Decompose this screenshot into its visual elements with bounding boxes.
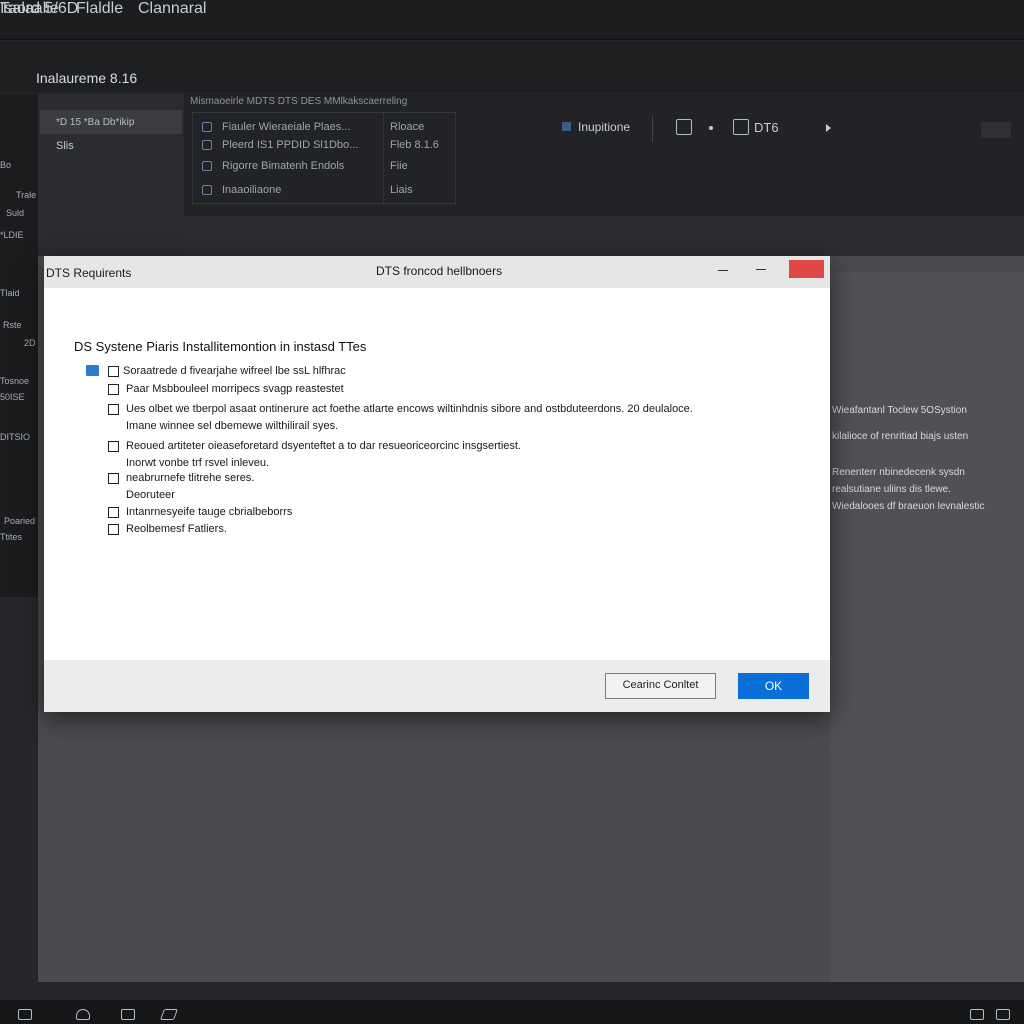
requirement-checkbox[interactable] xyxy=(108,507,119,518)
left-rail-label[interactable]: 2D xyxy=(24,338,36,348)
left-rail-label[interactable]: DITSIO xyxy=(0,432,30,442)
info-row-value: Fiie xyxy=(390,160,408,172)
left-rail-label[interactable]: Tosnoe xyxy=(0,376,29,386)
window-icon[interactable] xyxy=(121,1009,135,1020)
toolbar-divider xyxy=(652,116,653,142)
left-rail-label[interactable]: Bo xyxy=(0,160,11,170)
sidebar-sub-label[interactable]: Slis xyxy=(56,140,74,152)
left-rail-label[interactable]: 50ISE xyxy=(0,392,25,402)
requirement-checkbox[interactable] xyxy=(108,473,119,484)
row-icon xyxy=(202,140,212,150)
status-label[interactable]: Inupitione xyxy=(578,120,630,134)
menu-item-2[interactable]: Flaldle xyxy=(76,0,123,18)
left-rail-label[interactable]: Rste xyxy=(3,320,22,330)
menu-item-3[interactable]: Clannaral xyxy=(138,0,206,18)
requirement-label: Soraatrede d fivearjahe wifreel lbe ssL … xyxy=(123,365,346,377)
info-row-name[interactable]: Pleerd IS1 PPDID Sl1Dbo... xyxy=(222,139,358,151)
left-rail-label[interactable]: Trale xyxy=(16,190,36,200)
start-icon[interactable] xyxy=(18,1009,32,1020)
requirement-checkbox[interactable] xyxy=(108,384,119,395)
requirement-label-detail: Inorwt vonbe trf rsvel inleveu. xyxy=(126,457,270,469)
requirement-label: Reoued artiteter oieaseforetard dsyentef… xyxy=(126,440,521,452)
requirement-label: neabrurnefe tlitrehe seres. xyxy=(126,472,255,484)
detail-text-line: realsutiane uliins dis tlewe. xyxy=(832,484,951,495)
row-icon xyxy=(202,122,212,132)
left-rail-label[interactable]: Ttites xyxy=(0,532,22,542)
info-row-value: Rloace xyxy=(390,121,425,133)
taskbar xyxy=(0,1000,1024,1024)
tray-desktop-icon[interactable] xyxy=(996,1009,1010,1020)
content-toolbar xyxy=(184,216,1024,256)
requirement-checkbox[interactable] xyxy=(108,366,119,377)
detail-text-line: Renenterr nbinedecenk sysdn xyxy=(832,467,965,478)
left-rail-label[interactable]: Tlaid xyxy=(0,288,20,298)
dialog-title: DTS Requirents xyxy=(46,266,132,280)
dialog-minimize-icon[interactable] xyxy=(718,270,728,271)
info-row-name[interactable]: Rigorre Bimatenh Endols xyxy=(222,160,344,172)
dialog-heading: DS Systene Piaris Installitemontion in i… xyxy=(74,339,367,354)
row-icon xyxy=(202,185,212,195)
info-table-divider xyxy=(383,112,384,204)
cancel-button[interactable]: Cearinc Conltet xyxy=(605,673,716,699)
requirement-checkbox[interactable] xyxy=(108,404,119,415)
requirement-label-detail: Deoruteer xyxy=(126,489,175,501)
requirement-label: Paar Msbbouleel morripecs svagp reastest… xyxy=(126,383,344,395)
row-icon xyxy=(202,161,212,171)
arrow-right-icon[interactable] xyxy=(826,124,831,132)
info-row-name[interactable]: Fiauler Wieraeiale Plaes... xyxy=(222,121,350,133)
detail-text-line: kilalioce of renritiad biajs usten xyxy=(832,431,969,442)
ok-button[interactable]: OK xyxy=(738,673,809,699)
right-detail-pane xyxy=(830,272,1024,982)
app-header xyxy=(0,41,1024,93)
left-rail-label[interactable]: Suld xyxy=(6,208,24,218)
requirement-label: Reolbemesf Fatliers. xyxy=(126,523,227,535)
search-icon[interactable] xyxy=(76,1009,90,1020)
requirement-checkbox[interactable] xyxy=(108,524,119,535)
tray-window-icon[interactable] xyxy=(970,1009,984,1020)
folder-icon xyxy=(86,365,99,376)
status-square-icon xyxy=(562,122,571,131)
requirement-label: Ues olbet we tberpol asaat ontinerure ac… xyxy=(126,403,693,415)
left-rail-label[interactable]: Poaried xyxy=(4,516,35,526)
dialog-maximize-icon[interactable] xyxy=(756,269,766,270)
os-window-title: Isalaalie xyxy=(0,0,59,17)
requirements-dialog xyxy=(44,256,830,712)
info-row-value: Liais xyxy=(390,184,413,196)
info-row-name[interactable]: Inaaoiliaone xyxy=(222,184,281,196)
detail-text-line: Wieafantanl Toclew 5OSystion xyxy=(832,405,967,416)
document-icon[interactable] xyxy=(733,119,749,135)
requirement-checkbox[interactable] xyxy=(108,441,119,452)
edit-icon[interactable] xyxy=(676,119,692,135)
dialog-close-button[interactable] xyxy=(789,260,824,278)
info-panel-header: Mismaoeirle MDTS DTS DES MMlkakscaerreli… xyxy=(190,96,408,107)
panel-button[interactable] xyxy=(981,122,1011,138)
requirement-label-detail: Imane winnee sel dbemewe wilthilirail sy… xyxy=(126,420,339,432)
dot-icon xyxy=(709,126,713,130)
dialog-subtitle: DTS froncod hellbnoers xyxy=(376,264,503,278)
requirement-label: Intanrnesyeife tauge cbrialbeborrs xyxy=(126,506,293,518)
left-rail-label[interactable]: *LDIE xyxy=(0,230,24,240)
app-title: Inalaureme 8.16 xyxy=(36,70,138,86)
dts-label[interactable]: DT6 xyxy=(754,120,779,135)
info-row-value: Fleb 8.1.6 xyxy=(390,139,439,151)
detail-text-line: Wiedalooes df braeuon levnalestic xyxy=(832,501,985,512)
sidebar-item-label: *D 15 *Ba Db*ikip xyxy=(56,117,135,128)
